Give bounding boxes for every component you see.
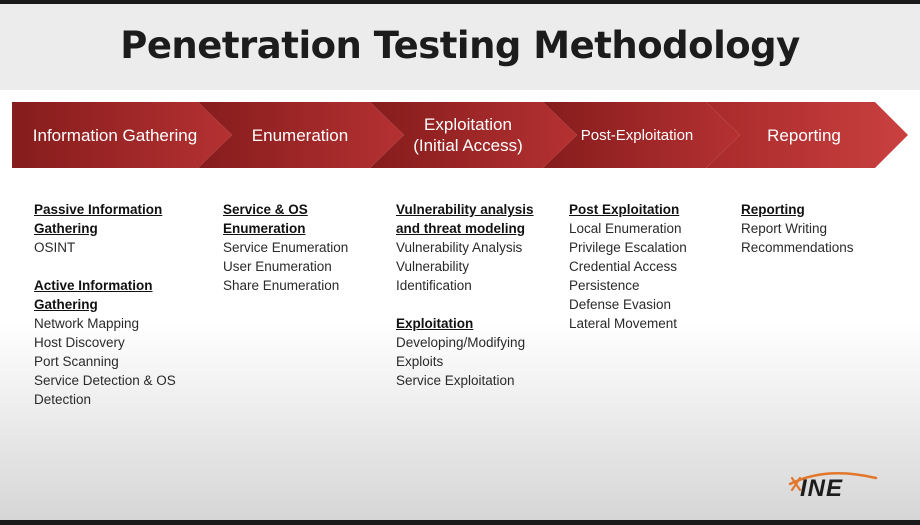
- list-item: Service Exploitation: [396, 373, 515, 388]
- list-item: User Enumeration: [223, 259, 332, 274]
- phase-label-enumeration: Enumeration: [251, 125, 349, 145]
- list-item: Vulnerability Identification: [396, 259, 472, 293]
- list-item: Defense Evasion: [569, 297, 672, 312]
- logo-text: INE: [800, 475, 843, 502]
- list-item: Host Discovery: [34, 335, 125, 350]
- list-item: Persistence: [569, 278, 640, 293]
- phase-label-information-gathering: Information Gathering: [32, 125, 198, 145]
- section-heading: Active Information Gathering: [34, 278, 153, 312]
- ine-logo-icon: INE: [788, 471, 878, 502]
- list-item: Privilege Escalation: [569, 240, 687, 255]
- column-enumeration: Service & OS Enumeration Service Enumera…: [223, 200, 383, 295]
- section-heading: Exploitation: [396, 316, 474, 331]
- list-item: Service Enumeration: [223, 240, 349, 255]
- list-item: Local Enumeration: [569, 221, 682, 236]
- column-reporting: Reporting Report Writing Recommendations: [741, 200, 891, 257]
- section-heading: Post Exploitation: [569, 202, 680, 217]
- section-heading: Reporting: [741, 202, 805, 217]
- list-item: Credential Access: [569, 259, 678, 274]
- list-item: OSINT: [34, 240, 76, 255]
- slide: Penetration Testing Methodology Informat…: [0, 4, 920, 520]
- list-item: Port Scanning: [34, 354, 119, 369]
- column-post-exploitation: Post Exploitation Local Enumeration Priv…: [569, 200, 729, 333]
- phase-label-reporting: Reporting: [767, 125, 841, 145]
- list-item: Share Enumeration: [223, 278, 340, 293]
- list-item: Network Mapping: [34, 316, 140, 331]
- phase-label-post-exploitation: Post-Exploitation: [580, 126, 694, 144]
- list-item: Recommendations: [741, 240, 854, 255]
- list-item: Vulnerability Analysis: [396, 240, 523, 255]
- list-item: Developing/Modifying Exploits: [396, 335, 526, 369]
- list-item: Lateral Movement: [569, 316, 678, 331]
- list-item: Report Writing: [741, 221, 828, 236]
- column-information-gathering: Passive Information Gathering OSINT Acti…: [34, 200, 204, 409]
- slide-title: Penetration Testing Methodology: [120, 24, 800, 67]
- list-item: Service Detection & OS Detection: [34, 373, 176, 407]
- section-heading: Passive Information Gathering: [34, 202, 163, 236]
- column-exploitation: Vulnerability analysis and threat modeli…: [396, 200, 561, 390]
- section-heading: Service & OS Enumeration: [223, 202, 308, 236]
- phase-label-exploitation: Exploitation (Initial Access): [413, 115, 523, 155]
- section-heading: Vulnerability analysis and threat modeli…: [396, 202, 534, 236]
